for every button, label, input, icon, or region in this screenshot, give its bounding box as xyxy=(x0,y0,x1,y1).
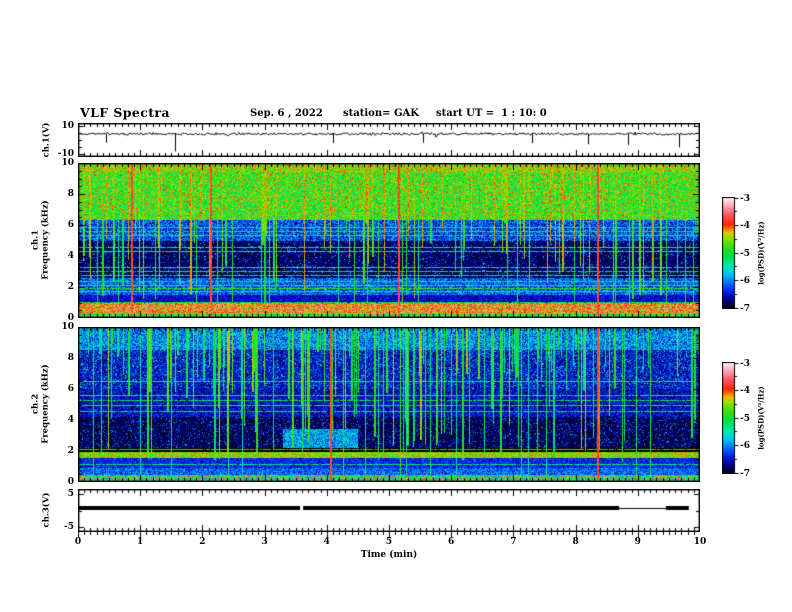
x-tick-label: 1 xyxy=(137,537,144,547)
colorbar2-tick-label: -5 xyxy=(740,413,750,424)
x-tick-label: 6 xyxy=(448,537,455,547)
ch2-spec-y-tick-label: 0 xyxy=(67,476,74,487)
colorbar1-tick-label: -3 xyxy=(740,193,750,204)
page-title: VLF Spectra xyxy=(80,105,170,120)
vlf-spectra-figure: VLF Spectra Sep. 6 , 2022 station= GAK s… xyxy=(0,0,792,612)
x-tick-label: 2 xyxy=(199,537,206,547)
ch1-spectrogram-panel xyxy=(78,163,700,318)
ch2-spec-y-tick-label: 2 xyxy=(67,445,74,456)
ch1-voltage-y-tick-label: 10 xyxy=(61,121,74,132)
x-tick-label: 10 xyxy=(693,537,707,547)
ch2-spectrogram-panel xyxy=(78,327,700,482)
station-label: station= GAK xyxy=(343,108,419,119)
colorbar2-tick-label: -3 xyxy=(740,358,750,369)
ch3-voltage-y-tick-label: -5 xyxy=(64,522,74,533)
ch2-spec-y-tick-label: 10 xyxy=(61,321,74,332)
x-tick-label: 9 xyxy=(634,537,641,547)
colorbar-ch1 xyxy=(722,197,740,309)
x-tick-label: 0 xyxy=(74,537,82,547)
colorbar-ch1-label: log(PSD)(V²/Hz) xyxy=(756,221,766,285)
ch1-spec-y-tick-label: 4 xyxy=(67,250,74,261)
frequency-label-line: Frequency (kHz) xyxy=(40,200,50,280)
colorbar1-tick-label: -6 xyxy=(740,276,750,286)
ch2-spec-y-tick-label: 8 xyxy=(67,352,74,363)
ch2-spec-y-tick-label: 6 xyxy=(67,383,74,394)
x-tick-label: 3 xyxy=(261,537,268,547)
x-tick-label: 5 xyxy=(385,537,393,547)
ch1-spec-y-tick-label: 2 xyxy=(67,281,74,292)
ch1-voltage-ylabel: ch.1(V) xyxy=(41,122,52,158)
x-tick-label: 4 xyxy=(323,537,330,547)
ch1-voltage-y-tick-label: -10 xyxy=(57,148,74,159)
x-tick-label: 8 xyxy=(572,537,579,547)
frequency-label-line: Frequency (kHz) xyxy=(40,364,50,444)
ch1-spectrogram-ylabel: ch.1 Frequency (kHz) xyxy=(31,200,51,280)
colorbar-ch2-label: log(PSD)(V²/Hz) xyxy=(756,386,766,450)
colorbar-ch2 xyxy=(722,362,740,474)
colorbar1-tick-label: -4 xyxy=(740,221,750,231)
ch1-spec-y-tick-label: 8 xyxy=(67,188,74,199)
ch3-voltage-ylabel-text: ch.3(V) xyxy=(41,492,52,528)
ch3-voltage-ylabel: ch.3(V) xyxy=(41,492,52,528)
ch2-spectrogram-ylabel: ch.2 Frequency (kHz) xyxy=(31,364,51,444)
colorbar2-tick-label: -7 xyxy=(740,468,750,479)
colorbar2-tick-label: -6 xyxy=(740,441,750,451)
ch1-spec-y-tick-label: 6 xyxy=(67,219,74,230)
colorbar1-tick-label: -7 xyxy=(740,303,750,314)
ch3-voltage-y-tick-label: 5 xyxy=(67,488,74,499)
ch2-spec-y-tick-label: 4 xyxy=(67,414,74,425)
x-axis-title: Time (min) xyxy=(360,550,418,560)
ch1-voltage-waveform-panel xyxy=(78,123,700,157)
start-ut-label: start UT = 1 : 10: 0 xyxy=(436,108,547,119)
colorbar1-tick-label: -5 xyxy=(740,248,750,259)
ch1-spec-y-tick-label: 10 xyxy=(61,157,74,168)
date-label: Sep. 6 , 2022 xyxy=(250,108,323,119)
ch1-voltage-ylabel-text: ch.1(V) xyxy=(41,122,52,158)
colorbar2-tick-label: -4 xyxy=(740,386,750,396)
x-tick-label: 7 xyxy=(510,537,517,547)
ch3-voltage-panel xyxy=(78,489,700,532)
